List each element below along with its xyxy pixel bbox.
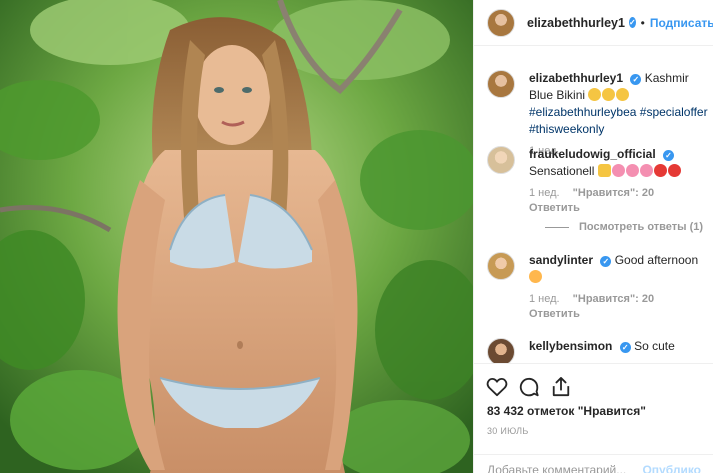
heart-icon [653, 164, 667, 177]
comment-text: sandylinter ✓ Good afternoon [529, 252, 711, 286]
comment-username[interactable]: kellybensimon [529, 339, 612, 353]
like-heart-icon[interactable] [484, 374, 510, 400]
reply-button[interactable]: Ответить [529, 308, 580, 320]
comment-bubble-icon[interactable] [516, 374, 542, 400]
comment-item: sandylinter ✓ Good afternoon 1 нед. "Нра… [487, 252, 711, 322]
post-header: elizabethhurley1 ✓ • Подписаться [474, 0, 713, 46]
comment-likes[interactable]: "Нравится": 20 [573, 293, 654, 305]
author-avatar[interactable] [487, 8, 515, 37]
post-actions: 83 432 отметок "Нравится" 30 ИЮЛЬ Добавь… [474, 363, 713, 473]
verified-badge-icon: ✓ [663, 150, 675, 161]
comment-item: kellybensimon ✓ So cute [487, 338, 711, 363]
comment-input[interactable]: Добавьте комментарий... [487, 463, 642, 473]
flower-icon [611, 164, 625, 177]
commenter-avatar[interactable] [487, 252, 515, 280]
caption-text: elizabethhurley1 ✓ Kashmir Blue Bikini #… [529, 70, 711, 138]
comment-text: fraukeludowig_official ✓ Sensationell [529, 146, 711, 180]
post-photo-image [0, 0, 473, 473]
comments-list[interactable]: elizabethhurley1 ✓ Kashmir Blue Bikini #… [474, 46, 713, 363]
emoji-icon [616, 88, 630, 101]
reply-button[interactable]: Ответить [529, 202, 580, 214]
comment-username[interactable]: sandylinter [529, 253, 593, 267]
comment-time[interactable]: 1 нед. [529, 293, 560, 305]
comment-meta: 1 нед. "Нравится": 20 Ответить [529, 292, 711, 322]
verified-badge-icon: ✓ [628, 17, 636, 28]
hashtag-link[interactable]: #thisweekonly [529, 122, 604, 136]
flower-icon [639, 164, 653, 177]
comment-body: Sensationell [529, 164, 595, 178]
comment-likes[interactable]: "Нравится": 20 [573, 187, 654, 199]
commenter-avatar[interactable] [487, 338, 515, 363]
verified-badge-icon: ✓ [630, 74, 642, 85]
heart-icon [667, 164, 681, 177]
likes-count[interactable]: 83 432 отметок "Нравится" [474, 402, 713, 418]
caption-avatar[interactable] [487, 70, 515, 98]
hashtag-link[interactable]: #elizabethhurleybea [529, 105, 636, 119]
comment-item: fraukeludowig_official ✓ Sensationell 1 … [487, 146, 711, 233]
hashtag-link[interactable]: #specialoffer [640, 105, 708, 119]
thumbs-up-icon [597, 164, 611, 177]
action-icons [474, 364, 713, 402]
replies-divider [545, 226, 569, 228]
comment-time[interactable]: 1 нед. [529, 187, 560, 199]
follow-button[interactable]: Подписаться [650, 16, 713, 30]
view-replies-label: Посмотреть ответы (1) [579, 221, 704, 233]
post-side-panel: elizabethhurley1 ✓ • Подписаться elizabe… [473, 0, 713, 473]
flower-icon [625, 164, 639, 177]
emoji-icon [602, 88, 616, 101]
caption-username[interactable]: elizabethhurley1 [529, 71, 623, 85]
view-replies-button[interactable]: Посмотреть ответы (1) [545, 221, 711, 233]
emoji-icon [588, 88, 602, 101]
publish-button[interactable]: Опублико [642, 463, 701, 473]
bouquet-icon [529, 270, 542, 283]
comment-body: Good afternoon [614, 253, 699, 267]
header-separator: • [640, 15, 645, 30]
author-username[interactable]: elizabethhurley1 [527, 16, 625, 30]
post-date: 30 ИЮЛЬ [487, 426, 529, 436]
add-comment-bar: Добавьте комментарий... Опублико [474, 454, 713, 473]
verified-badge-icon: ✓ [619, 342, 631, 353]
share-upload-icon[interactable] [548, 374, 574, 400]
comment-username[interactable]: fraukeludowig_official [529, 147, 656, 161]
comment-body: So cute [634, 339, 675, 353]
verified-badge-icon: ✓ [600, 256, 612, 267]
comment-meta: 1 нед. "Нравится": 20 Ответить [529, 186, 711, 216]
commenter-avatar[interactable] [487, 146, 515, 174]
comment-text: kellybensimon ✓ So cute [529, 338, 711, 355]
post-photo[interactable] [0, 0, 473, 473]
